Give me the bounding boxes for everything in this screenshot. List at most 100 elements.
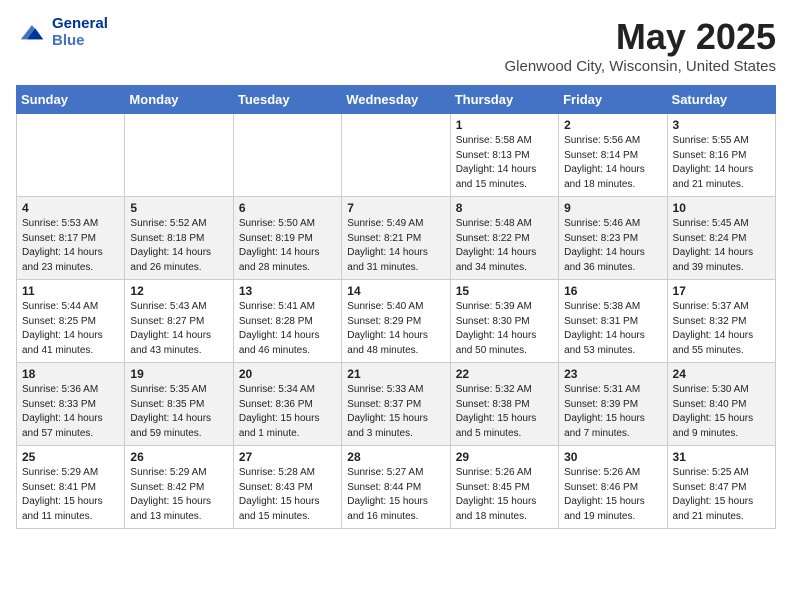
- day-number: 9: [564, 201, 661, 215]
- month-title: May 2025: [504, 16, 776, 58]
- logo-line2: Blue: [52, 33, 108, 50]
- day-number: 6: [239, 201, 336, 215]
- day-number: 16: [564, 284, 661, 298]
- day-info: Sunrise: 5:38 AM Sunset: 8:31 PM Dayligh…: [564, 300, 661, 358]
- day-info: Sunrise: 5:44 AM Sunset: 8:25 PM Dayligh…: [22, 300, 119, 358]
- calendar-cell: [125, 114, 233, 197]
- calendar-cell: 29 Sunrise: 5:26 AM Sunset: 8:45 PM Dayli…: [450, 446, 558, 529]
- day-number: 26: [130, 450, 227, 464]
- day-number: 25: [22, 450, 119, 464]
- day-number: 13: [239, 284, 336, 298]
- day-info: Sunrise: 5:49 AM Sunset: 8:21 PM Dayligh…: [347, 217, 444, 275]
- day-info: Sunrise: 5:56 AM Sunset: 8:14 PM Dayligh…: [564, 134, 661, 192]
- calendar-cell: 22 Sunrise: 5:32 AM Sunset: 8:38 PM Dayli…: [450, 363, 558, 446]
- calendar-cell: 28 Sunrise: 5:27 AM Sunset: 8:44 PM Dayli…: [342, 446, 450, 529]
- day-number: 5: [130, 201, 227, 215]
- day-info: Sunrise: 5:39 AM Sunset: 8:30 PM Dayligh…: [456, 300, 553, 358]
- calendar-cell: 23 Sunrise: 5:31 AM Sunset: 8:39 PM Dayli…: [559, 363, 667, 446]
- calendar-cell: 1Sunrise: 5:58 AM Sunset: 8:13 PM Daylig…: [450, 114, 558, 197]
- day-info: Sunrise: 5:58 AM Sunset: 8:13 PM Dayligh…: [456, 134, 553, 192]
- day-info: Sunrise: 5:32 AM Sunset: 8:38 PM Dayligh…: [456, 383, 553, 441]
- column-header-wednesday: Wednesday: [342, 86, 450, 114]
- calendar-cell: 14 Sunrise: 5:40 AM Sunset: 8:29 PM Dayli…: [342, 280, 450, 363]
- day-number: 8: [456, 201, 553, 215]
- calendar-table: SundayMondayTuesdayWednesdayThursdayFrid…: [16, 85, 776, 529]
- calendar-cell: 31 Sunrise: 5:25 AM Sunset: 8:47 PM Dayli…: [667, 446, 775, 529]
- day-number: 30: [564, 450, 661, 464]
- calendar-cell: 2 Sunrise: 5:56 AM Sunset: 8:14 PM Daylig…: [559, 114, 667, 197]
- day-info: Sunrise: 5:53 AM Sunset: 8:17 PM Dayligh…: [22, 217, 119, 275]
- day-info: Sunrise: 5:43 AM Sunset: 8:27 PM Dayligh…: [130, 300, 227, 358]
- day-info: Sunrise: 5:25 AM Sunset: 8:47 PM Dayligh…: [673, 466, 770, 524]
- day-info: Sunrise: 5:27 AM Sunset: 8:44 PM Dayligh…: [347, 466, 444, 524]
- day-info: Sunrise: 5:46 AM Sunset: 8:23 PM Dayligh…: [564, 217, 661, 275]
- day-number: 19: [130, 367, 227, 381]
- day-number: 31: [673, 450, 770, 464]
- logo: General Blue: [16, 16, 108, 49]
- day-info: Sunrise: 5:52 AM Sunset: 8:18 PM Dayligh…: [130, 217, 227, 275]
- day-info: Sunrise: 5:48 AM Sunset: 8:22 PM Dayligh…: [456, 217, 553, 275]
- logo-line1: General: [52, 16, 108, 33]
- calendar-cell: 5 Sunrise: 5:52 AM Sunset: 8:18 PM Daylig…: [125, 197, 233, 280]
- page-header: General Blue May 2025 Glenwood City, Wis…: [16, 16, 776, 75]
- calendar-cell: [233, 114, 341, 197]
- calendar-cell: 30Sunrise: 5:26 AM Sunset: 8:46 PM Dayli…: [559, 446, 667, 529]
- day-number: 27: [239, 450, 336, 464]
- logo-icon: [16, 17, 48, 49]
- calendar-cell: 13 Sunrise: 5:41 AM Sunset: 8:28 PM Dayli…: [233, 280, 341, 363]
- calendar-cell: 4Sunrise: 5:53 AM Sunset: 8:17 PM Daylig…: [17, 197, 125, 280]
- day-info: Sunrise: 5:40 AM Sunset: 8:29 PM Dayligh…: [347, 300, 444, 358]
- calendar-cell: 20Sunrise: 5:34 AM Sunset: 8:36 PM Dayli…: [233, 363, 341, 446]
- day-number: 3: [673, 118, 770, 132]
- day-info: Sunrise: 5:36 AM Sunset: 8:33 PM Dayligh…: [22, 383, 119, 441]
- column-header-sunday: Sunday: [17, 86, 125, 114]
- week-row-3: 11 Sunrise: 5:44 AM Sunset: 8:25 PM Dayli…: [17, 280, 776, 363]
- calendar-cell: 17 Sunrise: 5:37 AM Sunset: 8:32 PM Dayli…: [667, 280, 775, 363]
- calendar-cell: 26 Sunrise: 5:29 AM Sunset: 8:42 PM Dayli…: [125, 446, 233, 529]
- day-number: 12: [130, 284, 227, 298]
- day-info: Sunrise: 5:55 AM Sunset: 8:16 PM Dayligh…: [673, 134, 770, 192]
- calendar-cell: 6Sunrise: 5:50 AM Sunset: 8:19 PM Daylig…: [233, 197, 341, 280]
- day-info: Sunrise: 5:41 AM Sunset: 8:28 PM Dayligh…: [239, 300, 336, 358]
- day-info: Sunrise: 5:45 AM Sunset: 8:24 PM Dayligh…: [673, 217, 770, 275]
- week-row-1: 1Sunrise: 5:58 AM Sunset: 8:13 PM Daylig…: [17, 114, 776, 197]
- logo-text: General Blue: [52, 16, 108, 49]
- calendar-cell: 15Sunrise: 5:39 AM Sunset: 8:30 PM Dayli…: [450, 280, 558, 363]
- column-header-thursday: Thursday: [450, 86, 558, 114]
- calendar-cell: 16 Sunrise: 5:38 AM Sunset: 8:31 PM Dayli…: [559, 280, 667, 363]
- day-info: Sunrise: 5:33 AM Sunset: 8:37 PM Dayligh…: [347, 383, 444, 441]
- day-number: 14: [347, 284, 444, 298]
- calendar-cell: 7 Sunrise: 5:49 AM Sunset: 8:21 PM Daylig…: [342, 197, 450, 280]
- column-header-monday: Monday: [125, 86, 233, 114]
- header-row: SundayMondayTuesdayWednesdayThursdayFrid…: [17, 86, 776, 114]
- calendar-cell: 19 Sunrise: 5:35 AM Sunset: 8:35 PM Dayli…: [125, 363, 233, 446]
- day-number: 2: [564, 118, 661, 132]
- location-title: Glenwood City, Wisconsin, United States: [504, 58, 776, 75]
- day-number: 17: [673, 284, 770, 298]
- day-number: 24: [673, 367, 770, 381]
- day-number: 29: [456, 450, 553, 464]
- day-info: Sunrise: 5:37 AM Sunset: 8:32 PM Dayligh…: [673, 300, 770, 358]
- day-info: Sunrise: 5:29 AM Sunset: 8:42 PM Dayligh…: [130, 466, 227, 524]
- day-number: 28: [347, 450, 444, 464]
- calendar-cell: 10 Sunrise: 5:45 AM Sunset: 8:24 PM Dayli…: [667, 197, 775, 280]
- column-header-saturday: Saturday: [667, 86, 775, 114]
- day-info: Sunrise: 5:34 AM Sunset: 8:36 PM Dayligh…: [239, 383, 336, 441]
- day-number: 7: [347, 201, 444, 215]
- day-number: 22: [456, 367, 553, 381]
- column-header-tuesday: Tuesday: [233, 86, 341, 114]
- week-row-2: 4Sunrise: 5:53 AM Sunset: 8:17 PM Daylig…: [17, 197, 776, 280]
- calendar-cell: 27Sunrise: 5:28 AM Sunset: 8:43 PM Dayli…: [233, 446, 341, 529]
- calendar-cell: [17, 114, 125, 197]
- column-header-friday: Friday: [559, 86, 667, 114]
- day-info: Sunrise: 5:29 AM Sunset: 8:41 PM Dayligh…: [22, 466, 119, 524]
- day-info: Sunrise: 5:31 AM Sunset: 8:39 PM Dayligh…: [564, 383, 661, 441]
- week-row-4: 18Sunrise: 5:36 AM Sunset: 8:33 PM Dayli…: [17, 363, 776, 446]
- day-number: 23: [564, 367, 661, 381]
- week-row-5: 25 Sunrise: 5:29 AM Sunset: 8:41 PM Dayli…: [17, 446, 776, 529]
- day-number: 10: [673, 201, 770, 215]
- day-info: Sunrise: 5:35 AM Sunset: 8:35 PM Dayligh…: [130, 383, 227, 441]
- calendar-cell: 21Sunrise: 5:33 AM Sunset: 8:37 PM Dayli…: [342, 363, 450, 446]
- day-info: Sunrise: 5:26 AM Sunset: 8:45 PM Dayligh…: [456, 466, 553, 524]
- day-number: 11: [22, 284, 119, 298]
